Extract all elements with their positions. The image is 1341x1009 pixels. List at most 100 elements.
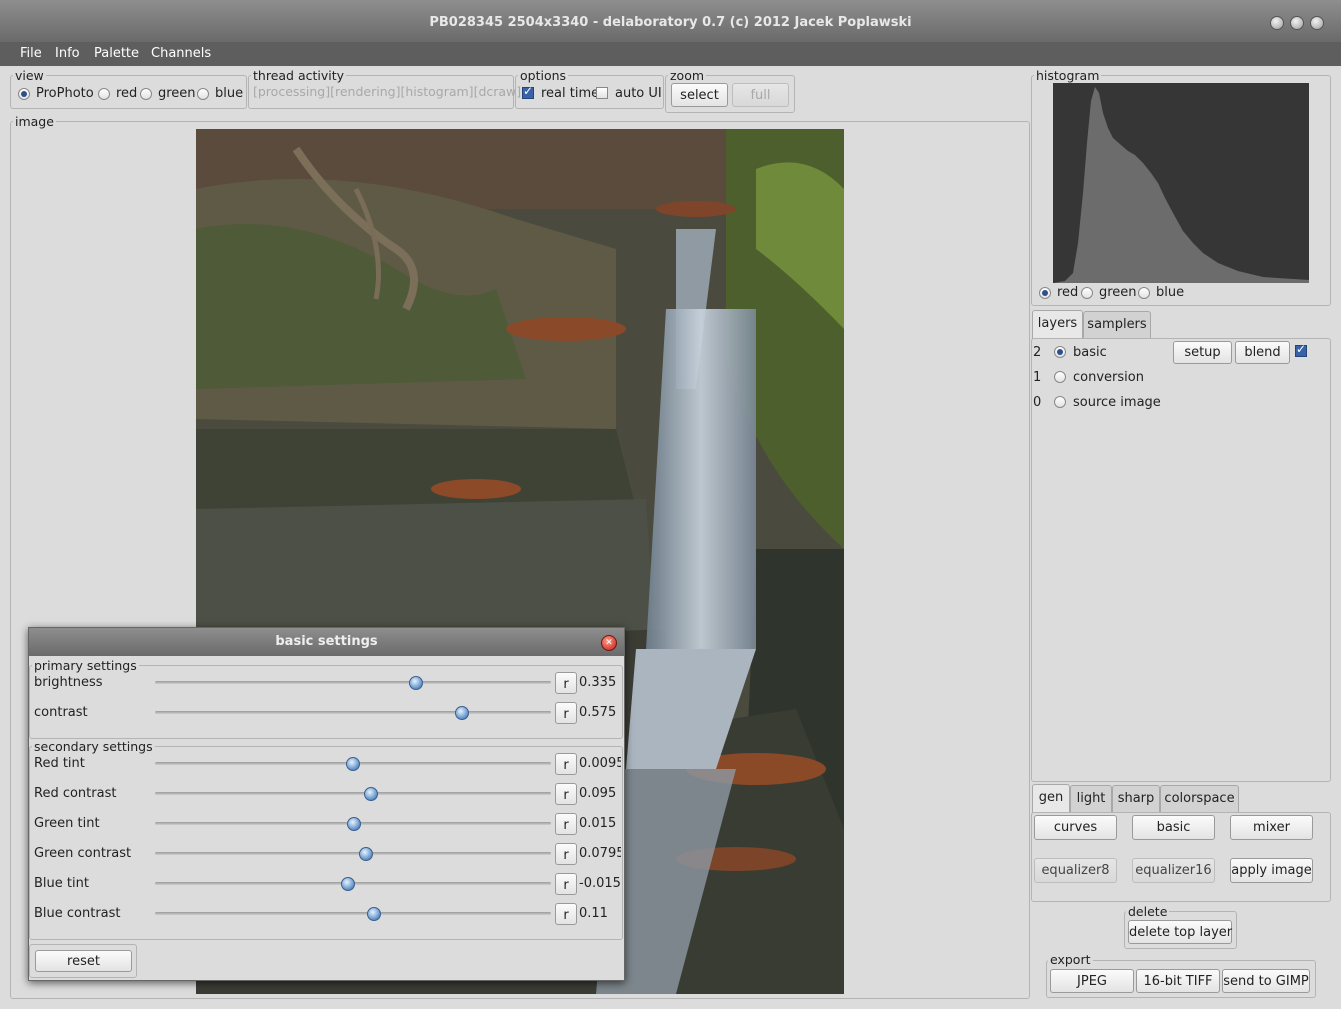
primary-settings-group [29,665,623,739]
blue-tint-label: Blue tint [34,876,89,891]
reset-all-button[interactable]: reset [35,950,132,972]
thread-activity-status: [processing][rendering][histogram][dcraw… [253,84,522,99]
contrast-value: 0.575 [579,705,617,720]
image-label: image [13,114,56,129]
app-window: PB028345 2504x3340 - delaboratory 0.7 (c… [0,0,1341,1009]
menu-file[interactable]: File [20,46,42,61]
green-contrast-label: Green contrast [34,846,132,861]
tab-colorspace[interactable]: colorspace [1160,785,1239,813]
view-green-label: green [158,86,196,101]
zoom-select-button[interactable]: select [671,83,728,107]
layer-blend-button[interactable]: blend [1235,341,1290,364]
export-label: export [1048,952,1093,967]
tool-mixer-button[interactable]: mixer [1230,815,1313,840]
layer-enabled-checkbox[interactable] [1295,342,1307,357]
tool-apply-image-button[interactable]: apply image [1230,858,1313,883]
real-time-checkbox[interactable] [522,84,534,99]
contrast-slider-track[interactable] [155,711,551,714]
brightness-slider-track[interactable] [155,681,551,684]
green-contrast-slider-track[interactable] [155,852,551,855]
brightness-slider-handle[interactable] [409,676,423,690]
green-tint-slider-handle[interactable] [347,817,361,831]
zoom-full-button[interactable]: full [732,83,789,107]
histogram-green-radio[interactable] [1081,287,1093,299]
tool-equalizer8-button[interactable]: equalizer8 [1034,858,1117,883]
blue-tint-slider-handle[interactable] [341,877,355,891]
menu-palette[interactable]: Palette [94,46,139,61]
layer-source-image-radio[interactable] [1054,396,1066,408]
close-window-button[interactable] [1310,16,1324,30]
layer-index-0: 0 [1033,395,1042,410]
export-tiff-button[interactable]: 16-bit TIFF [1136,969,1220,993]
view-prophoto-label: ProPhoto [36,86,94,101]
menu-info[interactable]: Info [55,46,80,61]
green-contrast-reset-button[interactable]: r [555,843,577,865]
options-label: options [518,68,569,83]
red-tint-slider-handle[interactable] [346,757,360,771]
view-blue-radio[interactable] [197,88,209,100]
zoom-label: zoom [668,68,707,83]
contrast-label: contrast [34,705,88,720]
primary-settings-label: primary settings [32,658,139,673]
red-contrast-reset-button[interactable]: r [555,783,577,805]
histogram-label: histogram [1034,68,1102,83]
contrast-slider-handle[interactable] [455,706,469,720]
delete-top-layer-button[interactable]: delete top layer [1128,920,1232,944]
auto-ui-checkbox[interactable] [596,87,608,99]
blue-tint-reset-button[interactable]: r [555,873,577,895]
blue-tint-value: -0.015 [579,876,621,891]
histogram-green-label: green [1099,285,1137,300]
tab-light[interactable]: light [1070,785,1112,813]
thread-activity-label: thread activity [251,68,347,83]
send-to-gimp-button[interactable]: send to GIMP [1222,969,1310,993]
maximize-button[interactable] [1290,16,1304,30]
layer-source-image-name: source image [1073,395,1161,410]
histogram-plot [1053,83,1309,283]
minimize-button[interactable] [1270,16,1284,30]
tab-gen[interactable]: gen [1032,784,1070,813]
layer-basic-radio[interactable] [1054,346,1066,358]
view-red-radio[interactable] [98,88,110,100]
red-contrast-slider-track[interactable] [155,792,551,795]
red-tint-reset-button[interactable]: r [555,753,577,775]
secondary-settings-label: secondary settings [32,739,155,754]
real-time-label: real time [541,86,600,101]
tool-basic-button[interactable]: basic [1132,815,1215,840]
layer-setup-button[interactable]: setup [1173,341,1232,364]
menu-channels[interactable]: Channels [151,46,211,61]
brightness-value: 0.335 [579,675,617,690]
tool-curves-button[interactable]: curves [1034,815,1117,840]
blue-contrast-slider-handle[interactable] [367,907,381,921]
tab-sharp[interactable]: sharp [1112,785,1160,813]
red-contrast-value: 0.095 [579,786,617,801]
green-tint-reset-button[interactable]: r [555,813,577,835]
green-contrast-slider-handle[interactable] [359,847,373,861]
layer-index-1: 1 [1033,370,1042,385]
red-contrast-slider-handle[interactable] [364,787,378,801]
blue-contrast-reset-button[interactable]: r [555,903,577,925]
tool-equalizer16-button[interactable]: equalizer16 [1132,858,1215,883]
view-red-label: red [116,86,138,101]
tab-samplers[interactable]: samplers [1083,311,1151,339]
view-prophoto-radio[interactable] [18,88,30,100]
red-tint-value: 0.0095 [579,756,621,771]
blue-contrast-value: 0.11 [579,906,608,921]
dialog-close-button[interactable]: ✕ [601,635,617,651]
view-green-radio[interactable] [140,88,152,100]
layer-conversion-radio[interactable] [1054,371,1066,383]
export-jpeg-button[interactable]: JPEG [1050,969,1134,993]
view-label: view [13,68,46,83]
histogram-graph [1053,83,1309,283]
delete-label: delete [1126,904,1170,919]
histogram-blue-radio[interactable] [1138,287,1150,299]
tab-layers[interactable]: layers [1032,310,1083,339]
histogram-red-radio[interactable] [1039,287,1051,299]
dialog-title: basic settings [29,628,624,656]
layer-basic-name: basic [1073,345,1107,360]
brightness-reset-button[interactable]: r [555,672,577,694]
title-bar: PB028345 2504x3340 - delaboratory 0.7 (c… [0,0,1341,42]
histogram-blue-label: blue [1156,285,1185,300]
red-tint-label: Red tint [34,756,85,771]
contrast-reset-button[interactable]: r [555,702,577,724]
blue-contrast-slider-track[interactable] [155,912,551,915]
